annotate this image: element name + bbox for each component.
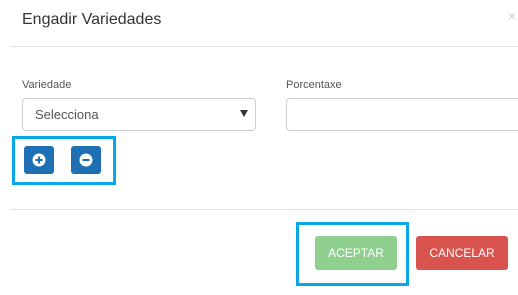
add-row-button[interactable] [24,146,54,174]
remove-row-button[interactable] [71,146,101,174]
variedade-selected-value: Selecciona [35,107,99,122]
porcentaxe-input[interactable] [286,98,518,131]
dialog-title: Engadir Variedades [22,11,162,28]
cancel-button[interactable]: CANCELAR [416,236,508,270]
chevron-down-icon [240,110,248,117]
add-varieties-dialog: Engadir Variedades × Variedade Seleccion… [0,0,518,295]
porcentaxe-label: Porcentaxe [286,79,342,91]
plus-circle-icon [32,153,46,167]
footer-divider [10,209,518,210]
header-divider [10,46,518,47]
minus-circle-icon [79,153,93,167]
close-icon[interactable]: × [508,8,516,24]
variedade-label: Variedade [22,79,72,91]
accept-button[interactable]: ACEPTAR [315,236,397,270]
variedade-select[interactable]: Selecciona [22,98,256,131]
